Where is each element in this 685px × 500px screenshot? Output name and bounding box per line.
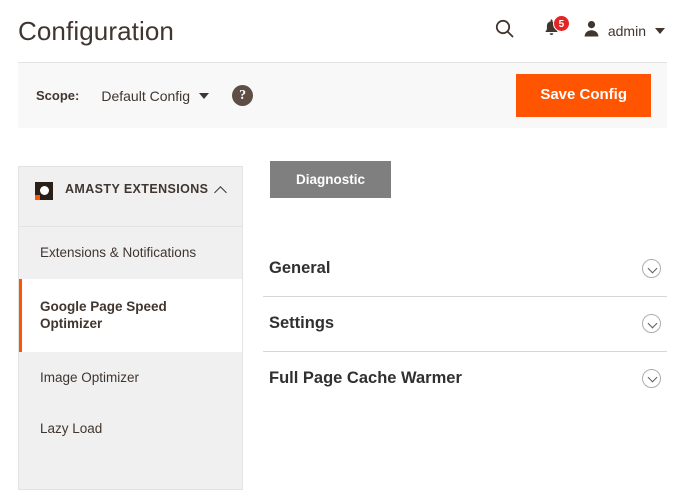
chevron-up-icon xyxy=(215,185,228,198)
search-icon xyxy=(494,18,515,44)
save-config-button[interactable]: Save Config xyxy=(516,74,651,117)
section-title: Settings xyxy=(269,314,334,334)
diagnostic-button[interactable]: Diagnostic xyxy=(270,161,391,198)
scope-label: Scope: xyxy=(36,88,79,103)
config-sidebar: AMASTY EXTENSIONS Extensions & Notificat… xyxy=(18,166,243,490)
section-settings[interactable]: Settings xyxy=(263,297,667,352)
section-general[interactable]: General xyxy=(263,242,667,297)
page-header: Configuration 5 xyxy=(0,0,685,62)
config-main-panel: Diagnostic General Settings Full Page Ca… xyxy=(243,166,667,405)
user-avatar-icon xyxy=(582,19,601,43)
search-button[interactable] xyxy=(484,11,526,51)
user-name: admin xyxy=(608,23,646,39)
caret-down-icon xyxy=(199,93,209,99)
section-title: Full Page Cache Warmer xyxy=(269,369,462,389)
sidebar-item-google-page-speed-optimizer[interactable]: Google Page Speed Optimizer xyxy=(19,279,242,352)
scope-bar: Scope: Default Config ? Save Config xyxy=(18,62,667,128)
sidebar-item-lazy-load[interactable]: Lazy Load xyxy=(19,403,242,455)
chevron-down-circle-icon[interactable] xyxy=(642,369,661,388)
chevron-down-circle-icon[interactable] xyxy=(642,314,661,333)
header-tools: 5 admin xyxy=(484,11,667,51)
sidebar-group-label: AMASTY EXTENSIONS xyxy=(65,181,215,198)
scope-selected-value: Default Config xyxy=(101,88,190,104)
amasty-logo-icon xyxy=(35,182,53,200)
user-menu[interactable]: admin xyxy=(578,15,667,47)
notification-count-badge: 5 xyxy=(553,15,570,32)
content-area: AMASTY EXTENSIONS Extensions & Notificat… xyxy=(0,166,685,490)
config-sections: General Settings Full Page Cache Warmer xyxy=(263,242,667,405)
scope-selector[interactable]: Default Config xyxy=(101,88,209,104)
chevron-down-circle-icon[interactable] xyxy=(642,259,661,278)
caret-down-icon xyxy=(655,28,665,34)
question-mark-icon[interactable]: ? xyxy=(232,85,253,106)
sidebar-group-amasty-extensions[interactable]: AMASTY EXTENSIONS xyxy=(19,167,242,227)
sidebar-item-extensions-notifications[interactable]: Extensions & Notifications xyxy=(19,227,242,279)
sidebar-item-image-optimizer[interactable]: Image Optimizer xyxy=(19,352,242,404)
section-full-page-cache-warmer[interactable]: Full Page Cache Warmer xyxy=(263,352,667,406)
notifications-button[interactable]: 5 xyxy=(526,11,578,51)
section-title: General xyxy=(269,259,330,279)
page-title: Configuration xyxy=(18,18,174,44)
